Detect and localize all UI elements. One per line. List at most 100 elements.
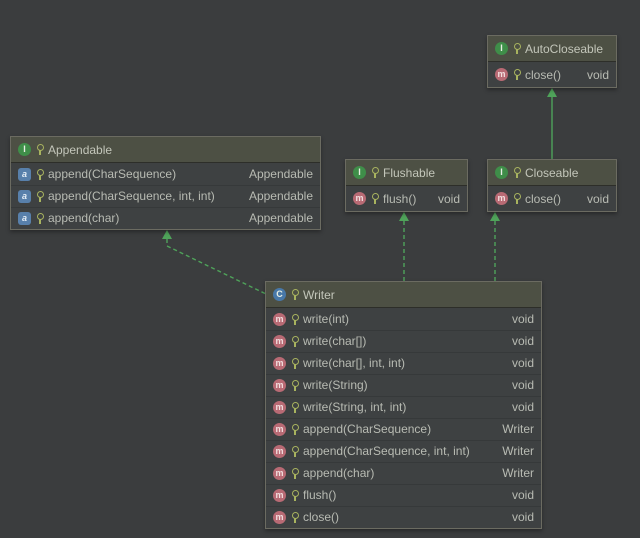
node-header: I Closeable bbox=[488, 160, 616, 186]
node-header: I Flushable bbox=[346, 160, 467, 186]
node-body: m flush() void bbox=[346, 186, 467, 211]
node-body: a append(CharSequence) Appendable a appe… bbox=[11, 163, 320, 229]
node-title: Writer bbox=[303, 288, 335, 302]
class-icon: C bbox=[273, 288, 286, 301]
member-label: append(CharSequence, int, int) bbox=[48, 189, 215, 203]
visibility-icon bbox=[291, 380, 298, 391]
member-label: append(char) bbox=[303, 466, 374, 480]
member-row[interactable]: m close() void bbox=[488, 62, 616, 87]
member-row[interactable]: m write(char[]) void bbox=[266, 330, 541, 352]
member-row[interactable]: a append(char) Appendable bbox=[11, 207, 320, 229]
member-label: flush() bbox=[303, 488, 336, 502]
member-return-type: void bbox=[500, 488, 534, 502]
visibility-icon bbox=[291, 402, 298, 413]
method-icon: m bbox=[273, 335, 286, 348]
member-label: close() bbox=[525, 192, 561, 206]
node-title: AutoCloseable bbox=[525, 42, 603, 56]
visibility-icon bbox=[291, 314, 298, 325]
member-row[interactable]: a append(CharSequence, int, int) Appenda… bbox=[11, 185, 320, 207]
member-row[interactable]: m write(String, int, int) void bbox=[266, 396, 541, 418]
member-label: write(char[]) bbox=[303, 334, 366, 348]
member-return-type: Appendable bbox=[237, 189, 313, 203]
member-label: write(String, int, int) bbox=[303, 400, 406, 414]
node-writer[interactable]: C Writer m write(int) void m write(char[… bbox=[265, 281, 542, 529]
arrowhead-appendable bbox=[162, 230, 172, 239]
member-label: write(int) bbox=[303, 312, 349, 326]
member-label: close() bbox=[525, 68, 561, 82]
interface-icon: I bbox=[495, 166, 508, 179]
method-icon: m bbox=[273, 401, 286, 414]
visibility-icon bbox=[291, 424, 298, 435]
visibility-icon bbox=[371, 167, 378, 178]
node-title: Flushable bbox=[383, 166, 435, 180]
member-label: close() bbox=[303, 510, 339, 524]
member-label: append(CharSequence, int, int) bbox=[303, 444, 470, 458]
abstract-method-icon: a bbox=[18, 212, 31, 225]
visibility-icon bbox=[291, 490, 298, 501]
node-appendable[interactable]: I Appendable a append(CharSequence) Appe… bbox=[10, 136, 321, 230]
node-closeable[interactable]: I Closeable m close() void bbox=[487, 159, 617, 212]
arrowhead-closeable bbox=[490, 212, 500, 221]
member-label: append(char) bbox=[48, 211, 119, 225]
method-icon: m bbox=[273, 379, 286, 392]
node-autocloseable[interactable]: I AutoCloseable m close() void bbox=[487, 35, 617, 88]
node-body: m close() void bbox=[488, 186, 616, 211]
member-label: write(String) bbox=[303, 378, 368, 392]
visibility-icon bbox=[36, 213, 43, 224]
arrowhead-flushable bbox=[399, 212, 409, 221]
uml-diagram-canvas: I AutoCloseable m close() void I Appenda… bbox=[0, 0, 640, 538]
node-header: C Writer bbox=[266, 282, 541, 308]
member-return-type: void bbox=[575, 192, 609, 206]
member-row[interactable]: m flush() void bbox=[266, 484, 541, 506]
visibility-icon bbox=[36, 169, 43, 180]
interface-icon: I bbox=[353, 166, 366, 179]
interface-icon: I bbox=[495, 42, 508, 55]
method-icon: m bbox=[273, 489, 286, 502]
visibility-icon bbox=[513, 69, 520, 80]
member-label: flush() bbox=[383, 192, 416, 206]
member-return-type: void bbox=[426, 192, 460, 206]
node-header: I Appendable bbox=[11, 137, 320, 163]
arrowhead-autocloseable bbox=[547, 88, 557, 97]
abstract-method-icon: a bbox=[18, 168, 31, 181]
node-title: Appendable bbox=[48, 143, 112, 157]
member-row[interactable]: m append(CharSequence) Writer bbox=[266, 418, 541, 440]
member-row[interactable]: m close() void bbox=[488, 186, 616, 211]
visibility-icon bbox=[291, 446, 298, 457]
visibility-icon bbox=[36, 144, 43, 155]
member-return-type: Writer bbox=[490, 444, 534, 458]
member-row[interactable]: a append(CharSequence) Appendable bbox=[11, 163, 320, 185]
member-row[interactable]: m close() void bbox=[266, 506, 541, 528]
node-flushable[interactable]: I Flushable m flush() void bbox=[345, 159, 468, 212]
interface-icon: I bbox=[18, 143, 31, 156]
member-return-type: Writer bbox=[490, 422, 534, 436]
member-row[interactable]: m append(CharSequence, int, int) Writer bbox=[266, 440, 541, 462]
visibility-icon bbox=[291, 468, 298, 479]
member-row[interactable]: m append(char) Writer bbox=[266, 462, 541, 484]
method-icon: m bbox=[273, 467, 286, 480]
visibility-icon bbox=[36, 191, 43, 202]
member-return-type: void bbox=[500, 356, 534, 370]
edge-writer-appendable bbox=[167, 239, 266, 294]
node-header: I AutoCloseable bbox=[488, 36, 616, 62]
member-row[interactable]: m write(int) void bbox=[266, 308, 541, 330]
visibility-icon bbox=[291, 289, 298, 300]
member-return-type: void bbox=[500, 510, 534, 524]
member-return-type: Appendable bbox=[237, 211, 313, 225]
member-row[interactable]: m flush() void bbox=[346, 186, 467, 211]
member-row[interactable]: m write(String) void bbox=[266, 374, 541, 396]
member-return-type: Writer bbox=[490, 466, 534, 480]
visibility-icon bbox=[291, 512, 298, 523]
method-icon: m bbox=[273, 357, 286, 370]
member-label: append(CharSequence) bbox=[303, 422, 431, 436]
method-icon: m bbox=[273, 511, 286, 524]
visibility-icon bbox=[291, 358, 298, 369]
member-label: write(char[], int, int) bbox=[303, 356, 405, 370]
member-row[interactable]: m write(char[], int, int) void bbox=[266, 352, 541, 374]
node-title: Closeable bbox=[525, 166, 578, 180]
member-return-type: void bbox=[500, 334, 534, 348]
node-body: m write(int) void m write(char[]) void m… bbox=[266, 308, 541, 528]
method-icon: m bbox=[353, 192, 366, 205]
visibility-icon bbox=[291, 336, 298, 347]
abstract-method-icon: a bbox=[18, 190, 31, 203]
